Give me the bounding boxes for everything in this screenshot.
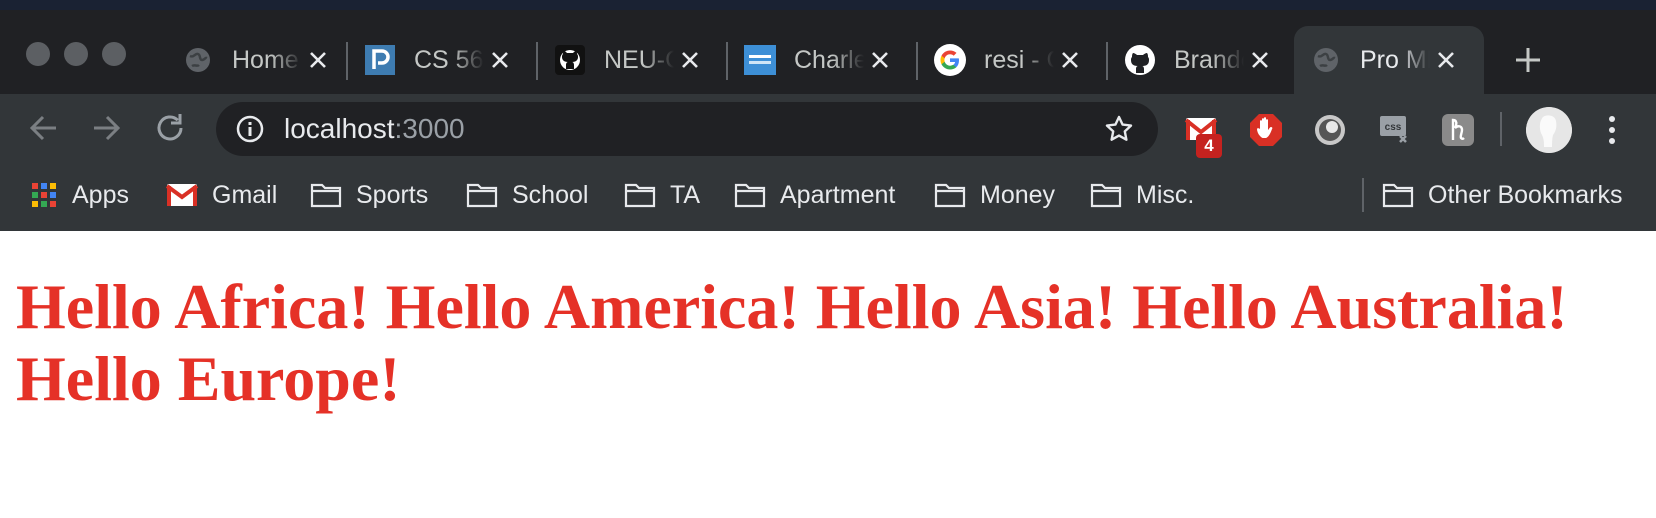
folder-icon — [934, 183, 966, 208]
tab-resi-google[interactable]: resi - G — [918, 26, 1108, 94]
desktop-top-edge — [0, 0, 1656, 10]
close-window-button[interactable] — [26, 42, 50, 66]
minimize-window-button[interactable] — [64, 42, 88, 66]
bookmark-label: School — [512, 180, 589, 209]
close-tab-icon[interactable] — [866, 46, 894, 74]
tab-title: resi - G — [984, 46, 1054, 74]
tab-pro-mern-active[interactable]: Pro MERN — [1294, 26, 1484, 94]
bookmark-label: Sports — [356, 180, 429, 209]
bookmark-label: Other Bookmarks — [1428, 180, 1623, 209]
apps-grid-icon — [32, 183, 56, 207]
profile-avatar[interactable] — [1526, 107, 1572, 153]
arrow-left-icon — [29, 115, 56, 141]
bookmark-folder-money[interactable]: Money — [934, 170, 1055, 220]
bookmark-folder-ta[interactable]: TA — [624, 170, 700, 220]
svg-text:css: css — [1385, 122, 1402, 133]
bookmark-star-icon[interactable] — [1104, 114, 1134, 144]
bookmark-gmail[interactable]: Gmail — [166, 170, 277, 220]
tab-title: Pro MERN — [1360, 46, 1430, 74]
globe-icon — [182, 44, 214, 76]
bookmarks-divider — [1362, 178, 1364, 212]
bookmark-label: Apartment — [780, 180, 896, 209]
info-icon[interactable] — [236, 115, 264, 143]
back-button[interactable] — [24, 108, 64, 148]
user-icon — [1526, 107, 1572, 153]
page-content: Hello Africa! Hello America! Hello Asia!… — [0, 231, 1656, 518]
lens-icon — [1315, 115, 1345, 145]
arrow-right-icon — [94, 115, 121, 141]
bookmarks-bar: Apps Gmail Sports School TA Apartment Mo… — [0, 170, 1656, 220]
bookmark-label: TA — [670, 180, 701, 209]
reload-button[interactable] — [150, 108, 190, 148]
tab-home[interactable]: Home — [166, 26, 356, 94]
bookmark-label: Misc. — [1136, 180, 1195, 209]
folder-icon — [310, 183, 342, 208]
zoom-window-button[interactable] — [102, 42, 126, 66]
bookmark-folder-sports[interactable]: Sports — [310, 170, 428, 220]
new-tab-button[interactable] — [1510, 42, 1546, 78]
tab-charles[interactable]: Charles — [728, 26, 918, 94]
bookmark-apps[interactable]: Apps — [30, 170, 129, 220]
folder-icon — [1382, 183, 1414, 208]
bookmark-folder-misc[interactable]: Misc. — [1090, 170, 1194, 220]
address-bar[interactable]: localhost:3000 — [216, 102, 1158, 156]
tab-title: NEU-CS — [604, 46, 674, 74]
tab-title: Home — [232, 46, 299, 74]
bookmark-label: Gmail — [212, 180, 278, 209]
folder-icon — [624, 183, 656, 208]
honey-extension-button[interactable] — [1440, 112, 1476, 148]
reload-icon — [157, 114, 183, 141]
google-icon — [934, 44, 966, 76]
plus-icon — [1516, 48, 1540, 72]
piazza-icon — [364, 44, 396, 76]
url-port: :3000 — [394, 113, 465, 144]
close-tab-icon[interactable] — [304, 46, 332, 74]
github-icon — [554, 44, 586, 76]
tab-title: CS 5610 — [414, 46, 484, 74]
folder-icon — [734, 183, 766, 208]
close-tab-icon[interactable] — [1056, 46, 1084, 74]
browser-menu-button[interactable] — [1600, 112, 1624, 148]
css-icon: css — [1380, 116, 1407, 143]
tab-title: Brandon — [1174, 46, 1244, 74]
close-tab-icon[interactable] — [676, 46, 704, 74]
url-host: localhost — [284, 113, 395, 144]
tab-brandon[interactable]: Brandon — [1108, 26, 1298, 94]
lens-extension-button[interactable] — [1312, 112, 1348, 148]
url-text[interactable]: localhost:3000 — [284, 102, 465, 156]
bookmark-folder-school[interactable]: School — [466, 170, 588, 220]
github-icon — [1124, 44, 1156, 76]
honey-icon — [1442, 114, 1474, 146]
forward-button[interactable] — [86, 108, 126, 148]
globe-icon — [1310, 44, 1342, 76]
unread-count-badge: 4 — [1196, 134, 1222, 158]
stop-hand-icon — [1250, 114, 1282, 146]
close-tab-icon[interactable] — [1246, 46, 1274, 74]
page-heading: Hello Africa! Hello America! Hello Asia!… — [16, 271, 1568, 414]
more-vert-icon — [1609, 116, 1615, 144]
tab-neu-cs[interactable]: NEU-CS — [538, 26, 728, 94]
close-tab-icon[interactable] — [486, 46, 514, 74]
tab-cs5610[interactable]: CS 5610 — [348, 26, 538, 94]
folder-icon — [466, 183, 498, 208]
charles-icon — [744, 44, 776, 76]
bookmark-other-bookmarks[interactable]: Other Bookmarks — [1382, 170, 1623, 220]
close-tab-icon[interactable] — [1432, 46, 1460, 74]
bookmark-folder-apartment[interactable]: Apartment — [734, 170, 895, 220]
gmail-icon — [166, 184, 198, 206]
adblock-extension-button[interactable] — [1248, 112, 1284, 148]
bookmark-label: Money — [980, 180, 1056, 209]
folder-icon — [1090, 183, 1122, 208]
bookmark-label: Apps — [72, 180, 129, 209]
toolbar-divider — [1500, 112, 1502, 146]
css-extension-button[interactable]: css — [1376, 112, 1412, 148]
tab-title: Charles — [794, 46, 864, 74]
